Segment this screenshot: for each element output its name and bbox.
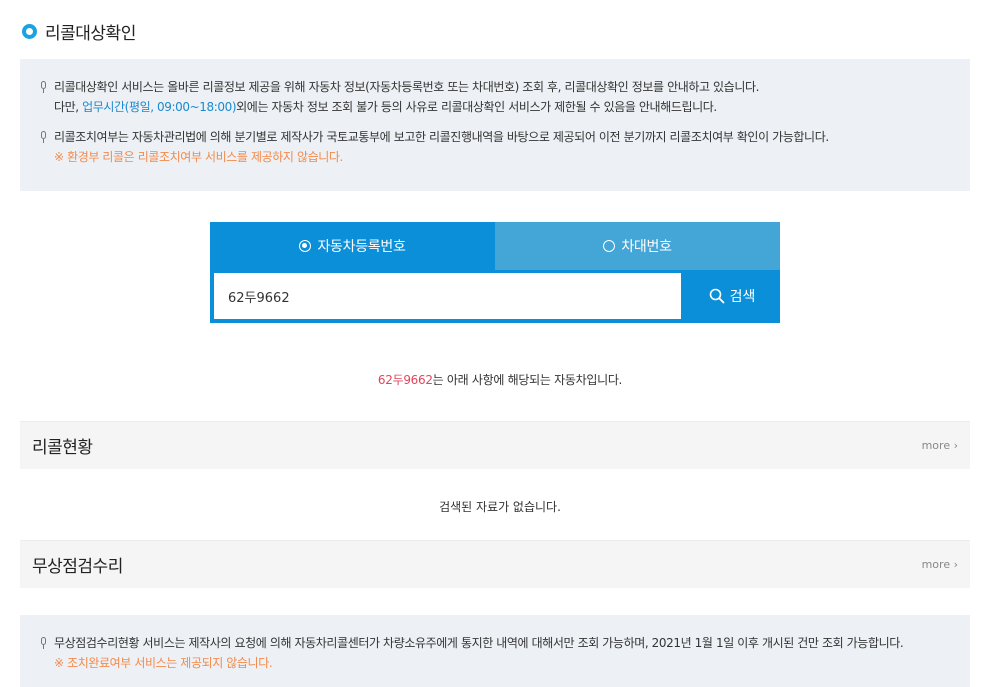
chevron-right-icon: › [953, 439, 958, 452]
search-button-label: 검색 [729, 289, 756, 305]
notice-line: 무상점검수리현황 서비스는 제작사의 요청에 의해 자동차리콜센터가 차량소유주… [54, 636, 904, 650]
ring-bullet-icon [22, 23, 37, 39]
free-inspection-more-link[interactable]: more › [922, 558, 958, 571]
notice-panel-bottom: 무상점검수리현황 서비스는 제작사의 요청에 의해 자동차리콜센터가 차량소유주… [20, 615, 970, 687]
microphone-icon [38, 131, 48, 144]
free-inspection-header: 무상점검수리 more › [20, 540, 970, 588]
recall-status-header: 리콜현황 more › [20, 421, 970, 469]
notice-item-service: 리콜대상확인 서비스는 올바른 리콜정보 제공을 위해 자동차 정보(자동차등록… [41, 77, 970, 117]
recall-more-link[interactable]: more › [922, 439, 958, 452]
notice-warning: ※ 환경부 리콜은 리콜조치여부 서비스를 제공하지 않습니다. [54, 150, 343, 164]
business-hours-highlight: 업무시간(평일, 09:00~18:00) [82, 100, 237, 114]
notice-line: 다만, 업무시간(평일, 09:00~18:00)외에는 자동차 정보 조회 불… [54, 100, 717, 114]
tab-label: 자동차등록번호 [317, 239, 406, 255]
vehicle-search-box: 자동차등록번호 차대번호 검색 [210, 222, 780, 323]
page-title: 리콜대상확인 [22, 20, 136, 44]
notice-panel-top: 리콜대상확인 서비스는 올바른 리콜정보 제공을 위해 자동차 정보(자동차등록… [20, 59, 970, 191]
notice-line: 리콜대상확인 서비스는 올바른 리콜정보 제공을 위해 자동차 정보(자동차등록… [54, 80, 760, 94]
result-plate: 62두9662 [377, 373, 433, 387]
tab-registration-number[interactable]: 자동차등록번호 [210, 222, 495, 270]
microphone-icon [38, 637, 48, 650]
radio-unchecked-icon [603, 240, 616, 252]
notice-item-free-inspection: 무상점검수리현황 서비스는 제작사의 요청에 의해 자동차리콜센터가 차량소유주… [41, 633, 970, 673]
notice-line: 리콜조치여부는 자동차관리법에 의해 분기별로 제작사가 국토교통부에 보고한 … [54, 130, 829, 144]
recall-empty-message: 검색된 자료가 없습니다. [439, 500, 561, 514]
search-icon [709, 288, 725, 304]
search-button[interactable]: 검색 [684, 273, 780, 319]
vehicle-number-input[interactable] [214, 273, 681, 319]
tab-vin[interactable]: 차대번호 [495, 222, 780, 270]
tab-label: 차대번호 [621, 239, 672, 255]
microphone-icon [38, 81, 48, 94]
section-title: 무상점검수리 [32, 557, 123, 577]
radio-checked-icon [299, 240, 312, 252]
notice-warning: ※ 조치완료여부 서비스는 제공되지 않습니다. [54, 656, 273, 670]
page-title-text: 리콜대상확인 [45, 23, 136, 44]
chevron-right-icon: › [953, 558, 958, 571]
notice-item-recall-status: 리콜조치여부는 자동차관리법에 의해 분기별로 제작사가 국토교통부에 보고한 … [41, 127, 970, 167]
result-message: 62두9662는 아래 사항에 해당되는 자동차입니다. [377, 373, 623, 387]
section-title: 리콜현황 [32, 438, 93, 458]
